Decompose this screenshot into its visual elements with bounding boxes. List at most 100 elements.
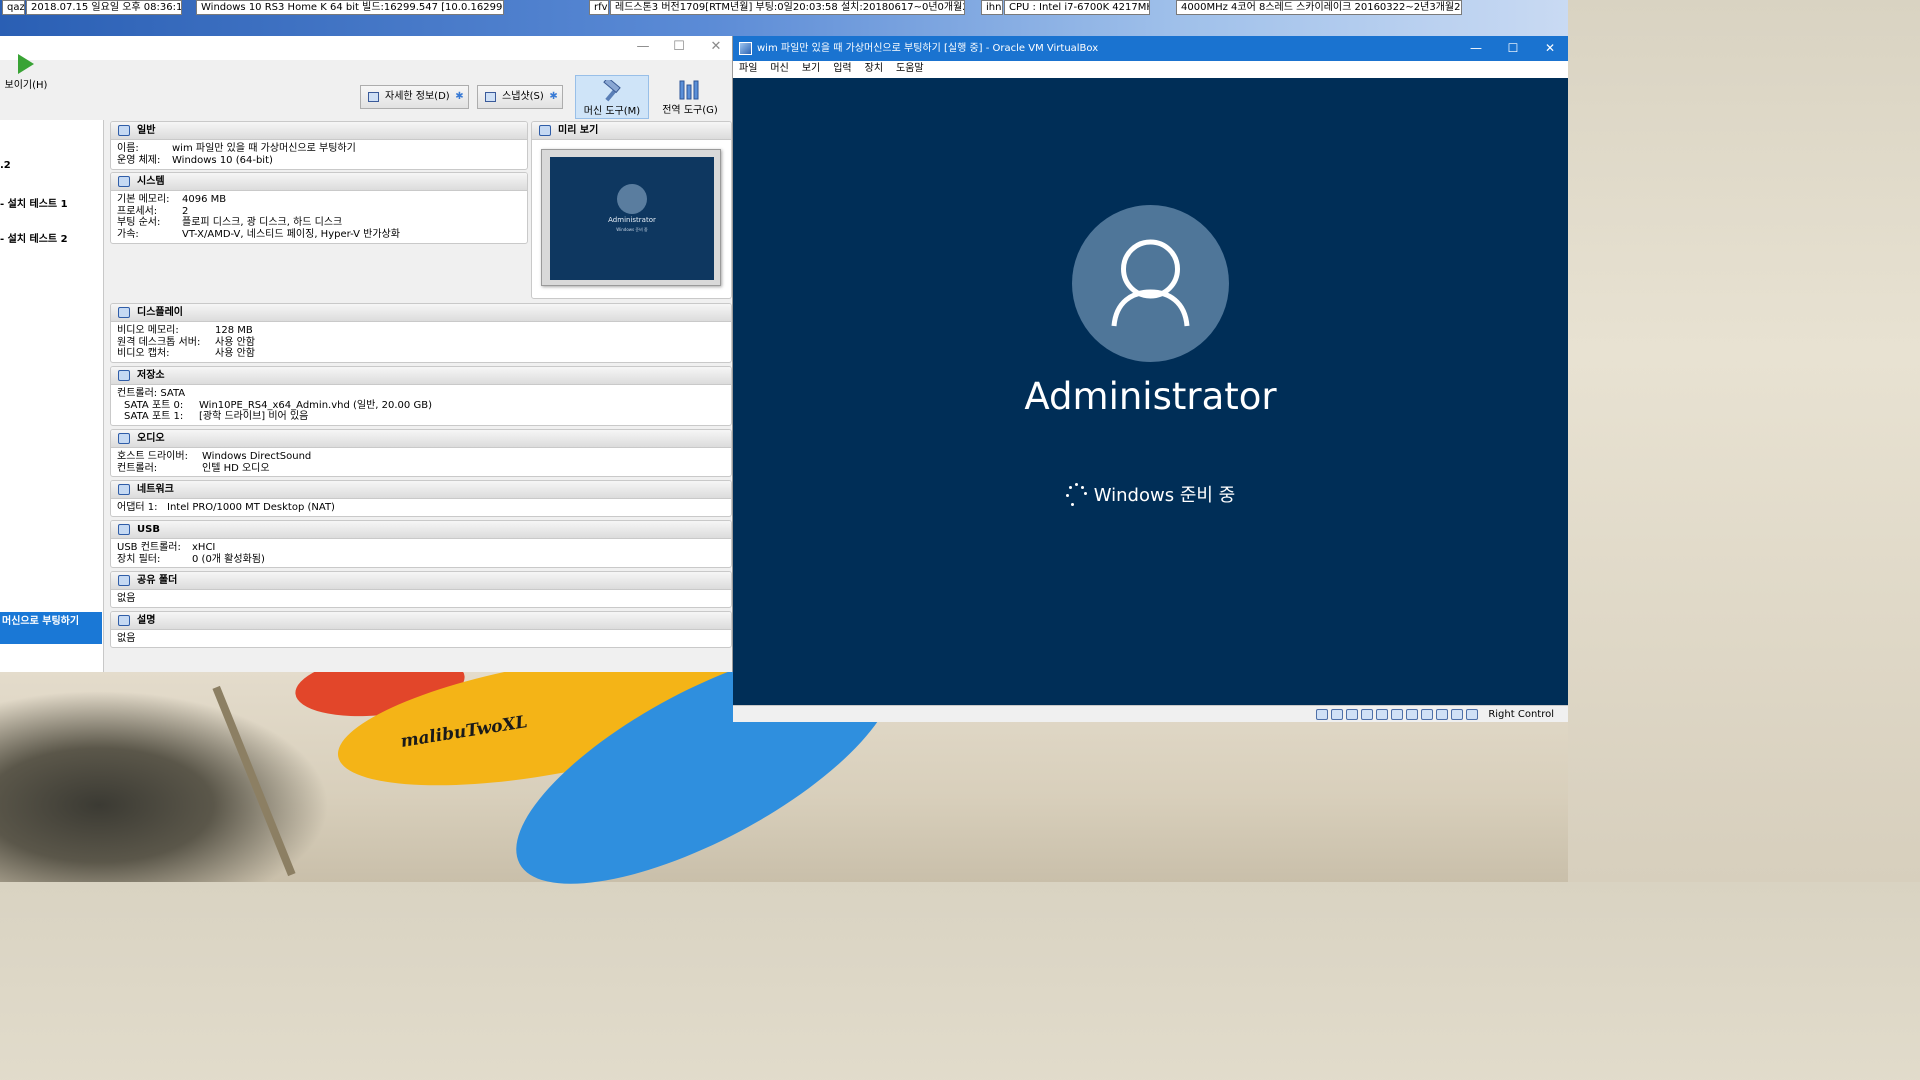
show-button[interactable]: 보이기(H) [0, 54, 52, 91]
details-icon [368, 92, 379, 102]
preview-screen: Administrator Windows 준비 중 [550, 157, 714, 280]
pin-icon: ✱ [549, 91, 558, 102]
audio-title: 오디오 [137, 433, 165, 444]
snapshots-button[interactable]: 스냅샷(S) ✱ [477, 85, 563, 109]
user-avatar-icon [1072, 205, 1229, 362]
audio-icon[interactable] [1346, 709, 1358, 720]
vm-title: wim 파일만 있을 때 가상머신으로 부팅하기 [실행 중] - Oracle… [757, 43, 1099, 54]
menu-machine[interactable]: 머신 [770, 61, 788, 78]
host-key-label: Right Control [1488, 709, 1554, 720]
display-title: 디스플레이 [137, 307, 183, 318]
system-header[interactable]: 시스템 [111, 173, 527, 191]
menu-view[interactable]: 보기 [802, 61, 820, 78]
keyboard-icon[interactable] [1466, 709, 1478, 720]
field-value: 인텔 HD 오디오 [202, 462, 270, 474]
field-value: Intel PRO/1000 MT Desktop (NAT) [167, 502, 335, 513]
machine-list-item[interactable]: - 설치 테스트 1 [0, 195, 68, 210]
field-label: 컨트롤러: [117, 462, 158, 474]
details-label: 자세한 정보(D) [385, 91, 450, 102]
field-label: SATA 포트 1: [124, 411, 184, 422]
field-label: 운영 체제: [117, 154, 161, 166]
status-datetime: 2018.07.15 일요일 오후 08:36:13 [26, 0, 182, 15]
shared-folders-section: 공유 폴더 없음 [110, 571, 732, 608]
usb-icon[interactable] [1376, 709, 1388, 720]
shared-folders-header[interactable]: 공유 폴더 [111, 572, 731, 590]
machine-list-item[interactable]: - 설치 테스트 2 [0, 230, 68, 245]
global-tools-button[interactable]: 전역 도구(G) [653, 75, 727, 119]
status-build-info: 레드스톤3 버전1709[RTM년월] 부팅:0일20:03:58 설치:201… [610, 0, 965, 15]
optical-drive-icon[interactable] [1331, 709, 1343, 720]
vm-maximize-button[interactable]: ☐ [1498, 36, 1528, 61]
vt-x-icon[interactable] [1436, 709, 1448, 720]
description-section: 설명 없음 [110, 611, 732, 648]
pin-icon: ✱ [455, 91, 464, 102]
green-arrow-icon [18, 54, 34, 74]
preview-header[interactable]: 미리 보기 [532, 122, 731, 140]
vm-display[interactable]: Administrator Windows 준비 중 [733, 78, 1568, 705]
machine-list-item-selected[interactable]: 머신으로 부팅하기 [0, 612, 102, 644]
system-section: 시스템 기본 메모리: 4096 MB 프로세서: 2 부팅 순서: 플로피 디스크,… [110, 172, 528, 244]
machine-list-item[interactable]: .2 [0, 160, 11, 171]
audio-header[interactable]: 오디오 [111, 430, 731, 448]
vm-window: wim 파일만 있을 때 가상머신으로 부팅하기 [실행 중] - Oracle… [733, 36, 1568, 722]
network-icon [118, 484, 130, 495]
usb-header[interactable]: USB [111, 521, 731, 539]
general-title: 일반 [137, 125, 156, 136]
field-value: 컨트롤러: SATA [117, 388, 186, 399]
display-icon [118, 307, 130, 318]
virtualbox-manager-window: — ☐ ✕ 보이기(H) 자세한 정보(D) ✱ 스냅샷(S) ✱ 머신 도구(… [0, 36, 733, 672]
display-header[interactable]: 디스플레이 [111, 304, 731, 322]
minimize-button[interactable]: — [632, 39, 654, 54]
vm-minimize-button[interactable]: — [1461, 36, 1491, 61]
status-tag: rfv [589, 0, 609, 15]
status-os: Windows 10 RS3 Home K 64 bit 빌드:16299.54… [196, 0, 504, 15]
preview-thumbnail: Administrator Windows 준비 중 [541, 149, 721, 286]
field-label: 어댑터 1: [117, 502, 158, 513]
mouse-integration-icon[interactable] [1451, 709, 1463, 720]
field-value: 128 MB [215, 325, 253, 336]
shared-folder-icon[interactable] [1391, 709, 1403, 720]
machine-tools-button[interactable]: 머신 도구(M) [575, 75, 649, 119]
snapshot-icon [485, 92, 496, 102]
field-value: 4096 MB [182, 194, 227, 205]
user-avatar-icon [617, 184, 647, 214]
vm-statusbar: Right Control [733, 705, 1568, 722]
menu-file[interactable]: 파일 [739, 61, 757, 78]
network-header[interactable]: 네트워크 [111, 481, 731, 499]
preview-status: Windows 준비 중 [616, 227, 648, 232]
status-tag2: ihn [981, 0, 1003, 15]
virtualbox-icon [739, 42, 752, 55]
usb-title: USB [137, 524, 160, 535]
field-value: wim 파일만 있을 때 가상머신으로 부팅하기 [172, 143, 356, 154]
display-icon[interactable] [1406, 709, 1418, 720]
general-icon [118, 125, 130, 136]
menu-input[interactable]: 입력 [833, 61, 851, 78]
video-capture-icon[interactable] [1421, 709, 1433, 720]
menu-help[interactable]: 도움말 [896, 61, 924, 78]
preview-title: 미리 보기 [558, 125, 599, 136]
maximize-button[interactable]: ☐ [668, 39, 690, 54]
general-header[interactable]: 일반 [111, 122, 527, 140]
field-label: 부팅 순서: [117, 217, 161, 228]
network-section: 네트워크 어댑터 1: Intel PRO/1000 MT Desktop (NA… [110, 480, 732, 517]
network-icon[interactable] [1361, 709, 1373, 720]
storage-icon [118, 370, 130, 381]
field-value: xHCI [192, 542, 216, 553]
status-cpu: CPU : Intel i7-6700K 4217MHz [1004, 0, 1150, 15]
field-value: 사용 안함 [215, 336, 255, 348]
field-label: 원격 데스크톱 서버: [117, 336, 201, 348]
hammer-icon [603, 80, 621, 102]
preview-user: Administrator [608, 216, 656, 224]
status-user: qaz [2, 0, 25, 15]
hdd-icon[interactable] [1316, 709, 1328, 720]
vm-close-button[interactable]: ✕ [1535, 36, 1565, 61]
folder-icon [118, 575, 130, 586]
close-button[interactable]: ✕ [705, 39, 727, 54]
storage-header[interactable]: 저장소 [111, 367, 731, 385]
person-icon [1111, 239, 1190, 327]
details-button[interactable]: 자세한 정보(D) ✱ [360, 85, 469, 109]
display-section: 디스플레이 비디오 메모리: 128 MB 원격 데스크톱 서버: 사용 안함 비디… [110, 303, 732, 363]
menu-devices[interactable]: 장치 [865, 61, 883, 78]
description-header[interactable]: 설명 [111, 612, 731, 630]
loading-spinner-icon [1065, 483, 1087, 509]
